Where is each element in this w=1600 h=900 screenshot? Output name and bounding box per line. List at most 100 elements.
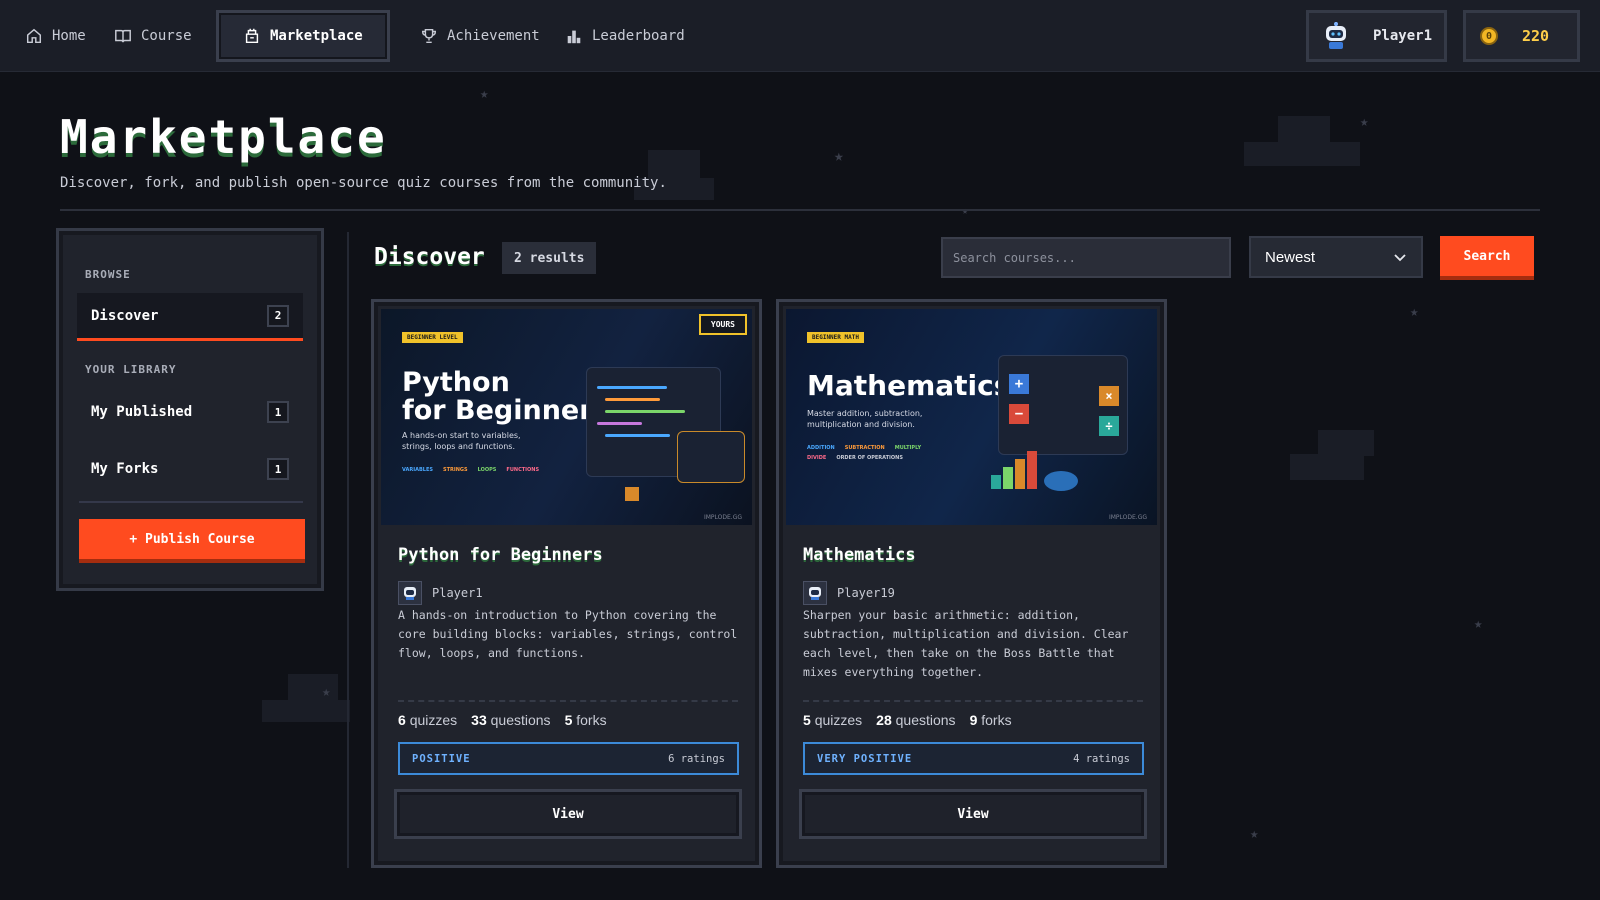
thumbnail-title-line: Python bbox=[402, 367, 510, 398]
nav-leaderboard[interactable]: Leaderboard bbox=[553, 10, 697, 62]
course-card[interactable]: BEGINNER MATH Mathematics Master additio… bbox=[776, 299, 1167, 868]
bar-block bbox=[991, 475, 1001, 489]
nav-marketplace-label: Marketplace bbox=[270, 28, 363, 44]
thumbnail-topic-tags: ADDITION SUBTRACTION MULTIPLY DIVIDE ORD… bbox=[807, 445, 927, 461]
published-count-badge: 1 bbox=[267, 401, 289, 423]
search-button[interactable]: Search bbox=[1440, 236, 1534, 280]
question-stat: 33 questions bbox=[471, 712, 550, 728]
top-nav-bar: Home Course Marketplace Achievement Lead… bbox=[0, 0, 1600, 72]
quiz-label: quizzes bbox=[409, 712, 458, 728]
search-input[interactable] bbox=[941, 237, 1231, 278]
course-thumbnail: BEGINNER LEVEL Python for Beginners A ha… bbox=[381, 309, 752, 525]
course-card[interactable]: BEGINNER LEVEL Python for Beginners A ha… bbox=[371, 299, 762, 868]
nav-achievement-label: Achievement bbox=[447, 28, 540, 44]
author-name: Player19 bbox=[837, 586, 895, 600]
home-icon bbox=[26, 28, 42, 44]
topic-tag: DIVIDE bbox=[807, 455, 827, 461]
sidebar-item-label: My Published bbox=[91, 404, 193, 420]
fork-stat: 9 forks bbox=[970, 712, 1012, 728]
nav-leaderboard-label: Leaderboard bbox=[592, 28, 685, 44]
question-label: questions bbox=[895, 712, 956, 728]
bg-star: ★ bbox=[1250, 826, 1259, 842]
page-title: Marketplace bbox=[60, 110, 387, 164]
fork-label: forks bbox=[576, 712, 607, 728]
course-stats: 5 quizzes 28 questions 9 forks bbox=[803, 712, 1012, 728]
thumbnail-title: Python for Beginners bbox=[402, 367, 609, 427]
minus-icon: − bbox=[1009, 404, 1029, 424]
view-course-button[interactable]: View bbox=[799, 789, 1147, 839]
topic-tag: ADDITION bbox=[807, 445, 835, 451]
sort-dropdown[interactable]: Newest bbox=[1249, 236, 1423, 278]
code-line bbox=[605, 398, 660, 401]
sidebar-item-discover[interactable]: Discover 2 bbox=[77, 293, 303, 341]
robot-avatar-icon bbox=[1323, 22, 1349, 50]
page-subtitle: Discover, fork, and publish open-source … bbox=[60, 175, 667, 191]
trophy-icon bbox=[421, 28, 437, 44]
bar-block bbox=[1027, 451, 1037, 489]
topic-tag: MULTIPLY bbox=[894, 445, 922, 451]
bar-stack-illustration bbox=[991, 449, 1051, 489]
thumbnail-description: A hands-on start to variables, strings, … bbox=[402, 431, 521, 453]
bg-pixel-block bbox=[262, 700, 350, 722]
thumbnail-description-line: Master addition, subtraction, bbox=[807, 409, 923, 418]
nav-home-label: Home bbox=[52, 28, 86, 44]
thumbnail-title-line: for Beginners bbox=[402, 395, 609, 427]
publish-course-button[interactable]: + Publish Course bbox=[79, 519, 305, 563]
topic-tag: VARIABLES bbox=[402, 467, 433, 473]
bg-pixel-block bbox=[1318, 430, 1374, 456]
bg-star: ★ bbox=[1474, 616, 1483, 632]
bg-star: ★ bbox=[834, 146, 844, 165]
card-divider bbox=[803, 700, 1143, 702]
quiz-label: quizzes bbox=[814, 712, 863, 728]
course-thumbnail: BEGINNER MATH Mathematics Master additio… bbox=[786, 309, 1157, 525]
rating-label: VERY POSITIVE bbox=[817, 752, 913, 765]
sidebar-item-my-published[interactable]: My Published 1 bbox=[77, 388, 303, 436]
thumbnail-description: Master addition, subtraction, multiplica… bbox=[807, 409, 922, 431]
sidebar-divider bbox=[79, 501, 303, 503]
sidebar-item-my-forks[interactable]: My Forks 1 bbox=[77, 445, 303, 493]
nav-home[interactable]: Home bbox=[13, 10, 98, 62]
course-description: A hands-on introduction to Python coveri… bbox=[398, 608, 738, 660]
thumbnail-watermark: IMPLODE.GG bbox=[1108, 514, 1147, 521]
rating-count: 6 ratings bbox=[668, 752, 725, 765]
book-icon bbox=[115, 29, 131, 43]
user-profile-button[interactable]: Player1 bbox=[1306, 10, 1447, 62]
bg-pixel-block bbox=[1244, 142, 1360, 166]
rating-count: 4 ratings bbox=[1073, 752, 1130, 765]
rating-label: POSITIVE bbox=[412, 752, 471, 765]
nav-marketplace[interactable]: Marketplace bbox=[216, 10, 390, 62]
shop-icon bbox=[245, 28, 259, 44]
calculator-illustration: + − × ÷ bbox=[998, 355, 1128, 455]
marketplace-sidebar: BROWSE Discover 2 YOUR LIBRARY My Publis… bbox=[56, 228, 324, 591]
vertical-divider bbox=[347, 232, 349, 868]
bar-chart-icon bbox=[567, 30, 581, 44]
cube-illustration bbox=[625, 487, 639, 501]
thumbnail-topic-tags: VARIABLES STRINGS LOOPS FUNCTIONS bbox=[402, 467, 539, 473]
bg-star: ★ bbox=[480, 86, 489, 102]
pie-illustration bbox=[1044, 471, 1078, 491]
coin-balance: 0 220 bbox=[1463, 10, 1580, 62]
divide-icon: ÷ bbox=[1099, 416, 1119, 436]
code-line bbox=[605, 410, 685, 413]
bg-star: ★ bbox=[322, 684, 331, 700]
thumbnail-title-line: Mathematics bbox=[807, 369, 1011, 402]
course-title[interactable]: Mathematics bbox=[803, 545, 916, 565]
thumbnail-watermark: IMPLODE.GG bbox=[703, 514, 742, 521]
view-course-button[interactable]: View bbox=[394, 789, 742, 839]
quiz-count: 5 bbox=[803, 712, 811, 728]
course-description: Sharpen your basic arithmetic: addition,… bbox=[803, 608, 1129, 679]
nav-course[interactable]: Course bbox=[102, 10, 204, 62]
author-avatar-icon bbox=[398, 581, 422, 605]
fork-stat: 5 forks bbox=[565, 712, 607, 728]
thumbnail-level-tag: BEGINNER MATH bbox=[807, 332, 864, 343]
code-line bbox=[597, 422, 642, 425]
bar-block bbox=[1015, 459, 1025, 489]
course-title[interactable]: Python for Beginners bbox=[398, 545, 603, 565]
chevron-down-icon bbox=[1394, 254, 1406, 262]
course-author: Player19 bbox=[803, 581, 895, 605]
plus-icon: + bbox=[1009, 374, 1029, 394]
discover-count-badge: 2 bbox=[267, 304, 289, 327]
discover-heading: Discover bbox=[374, 244, 485, 270]
quiz-stat: 6 quizzes bbox=[398, 712, 457, 728]
nav-achievement[interactable]: Achievement bbox=[408, 10, 552, 62]
